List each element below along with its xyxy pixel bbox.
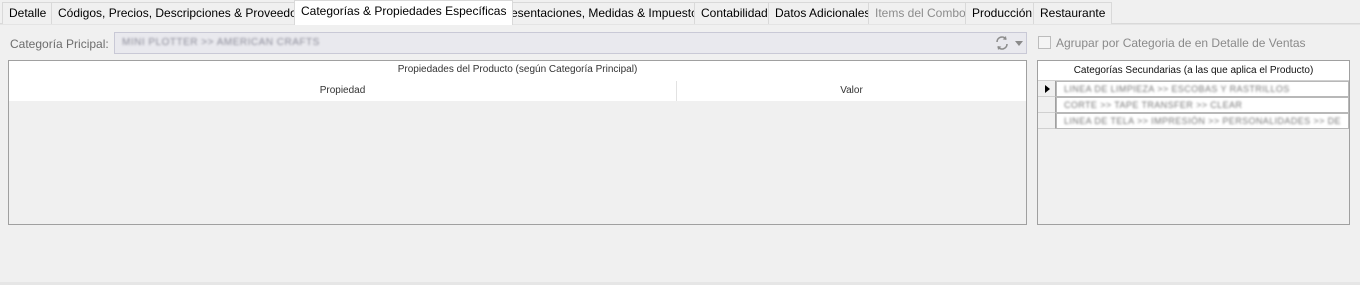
categoria-principal-combo[interactable]: MINI PLOTTER >> AMERICAN CRAFTS <box>114 32 1027 54</box>
tab-produccion[interactable]: Producción <box>965 2 1040 24</box>
table-cell[interactable]: CORTE >> TAPE TRANSFER >> CLEAR <box>1056 97 1349 113</box>
column-header-valor[interactable]: Valor <box>677 81 1026 101</box>
tab-datos-adicionales[interactable]: Datos Adicionales <box>768 2 878 24</box>
tab-detalle[interactable]: Detalle <box>2 2 54 24</box>
propiedades-grid-title: Propiedades del Producto (según Categorí… <box>397 64 638 75</box>
table-row[interactable]: LINEA DE TELA >> IMPRESIÓN >> PERSONALID… <box>1038 113 1349 129</box>
agrupar-label: Agrupar por Categoria de en Detalle de V… <box>1056 36 1306 50</box>
categoria-principal-label: Categoría Pricipal: <box>10 37 109 51</box>
tab-items-combo[interactable]: Items del Combo <box>868 2 973 24</box>
tab-categorias-propiedades[interactable]: Categorías & Propiedades Específicas <box>294 0 514 25</box>
categorias-panel: Categoría Pricipal: MINI PLOTTER >> AMER… <box>0 24 1360 282</box>
current-row-arrow-icon <box>1045 85 1050 93</box>
tab-codigos-precios[interactable]: Códigos, Precios, Descripciones & Provee… <box>51 2 321 24</box>
tab-bar: Detalle Códigos, Precios, Descripciones … <box>0 0 1360 25</box>
tab-presentaciones[interactable]: Presentaciones, Medidas & Impuestos <box>492 2 711 24</box>
table-row[interactable]: CORTE >> TAPE TRANSFER >> CLEAR <box>1038 97 1349 113</box>
tab-contabilidad[interactable]: Contabilidad <box>694 2 775 24</box>
row-selector[interactable] <box>1038 81 1056 97</box>
propiedades-grid-header: Propiedades del Producto (según Categorí… <box>9 61 1026 101</box>
table-cell[interactable]: LINEA DE TELA >> IMPRESIÓN >> PERSONALID… <box>1056 113 1349 129</box>
row-selector[interactable] <box>1038 97 1056 113</box>
row-label: CORTE >> TAPE TRANSFER >> CLEAR <box>1064 100 1243 110</box>
row-label: LINEA DE TELA >> IMPRESIÓN >> PERSONALID… <box>1064 116 1341 126</box>
categorias-secundarias-grid[interactable]: Categorías Secundarias (a las que aplica… <box>1037 60 1350 225</box>
categorias-secundarias-header: Categorías Secundarias (a las que aplica… <box>1038 61 1349 81</box>
table-row[interactable]: LINEA DE LIMPIEZA >> ESCOBAS Y RASTRILLO… <box>1038 81 1349 97</box>
refresh-icon[interactable] <box>994 35 1010 51</box>
agrupar-checkbox[interactable] <box>1038 36 1051 49</box>
categorias-secundarias-title: Categorías Secundarias (a las que aplica… <box>1073 65 1314 76</box>
chevron-down-icon[interactable] <box>1015 41 1023 46</box>
table-cell[interactable]: LINEA DE LIMPIEZA >> ESCOBAS Y RASTRILLO… <box>1056 81 1349 97</box>
tab-restaurante[interactable]: Restaurante <box>1033 2 1113 24</box>
row-selector[interactable] <box>1038 113 1056 129</box>
categoria-principal-value: MINI PLOTTER >> AMERICAN CRAFTS <box>122 37 320 48</box>
row-label: LINEA DE LIMPIEZA >> ESCOBAS Y RASTRILLO… <box>1064 84 1290 94</box>
propiedades-grid[interactable]: Propiedades del Producto (según Categorí… <box>8 60 1027 225</box>
column-header-propiedad[interactable]: Propiedad <box>9 81 677 101</box>
